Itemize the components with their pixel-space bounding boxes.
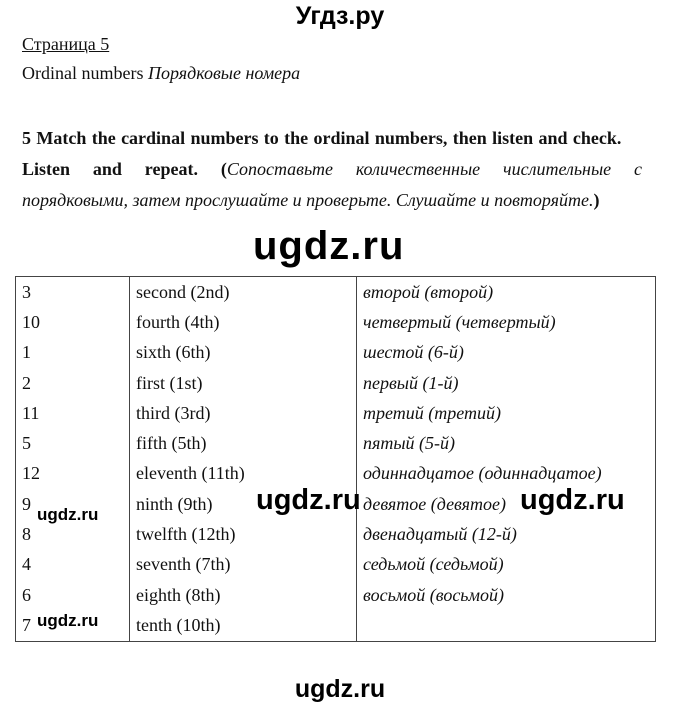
- table-row: 1 sixth (6th) шестой (6-й): [16, 337, 656, 368]
- table-row: 5 fifth (5th) пятый (5-й): [16, 428, 656, 459]
- ordinal-cell: eighth (8th): [129, 579, 357, 611]
- cardinal-cell: 5: [22, 433, 31, 454]
- ordinal-cell: seventh (7th): [129, 549, 357, 580]
- task-text: 5 Match the cardinal numbers to the ordi…: [22, 128, 622, 148]
- russian-cell: седьмой (седьмой): [356, 549, 656, 580]
- watermark-small-2: ugdz.ru: [37, 611, 99, 630]
- table-row: 4 seventh (7th) седьмой (седьмой): [16, 549, 656, 580]
- table-row: 2 first (1st) первый (1-й): [16, 367, 656, 399]
- watermark-main: ugdz.ru: [253, 224, 405, 268]
- table-row: 6 eighth (8th) восьмой (восьмой): [16, 579, 656, 611]
- russian-cell: первый (1-й): [356, 367, 656, 399]
- cardinal-cell: 11: [22, 402, 40, 423]
- russian-cell: пятый (5-й): [356, 428, 656, 459]
- table-row: 11 third (3rd) третий (третий): [16, 398, 656, 429]
- ordinal-cell: fourth (4th): [129, 307, 357, 338]
- watermark-mid-left: ugdz.ru: [256, 484, 361, 516]
- russian-cell: [356, 610, 656, 642]
- cardinal-cell: 12: [22, 463, 40, 484]
- ordinal-numbers-table: 3 second (2nd) второй (второй) 10 fourth (4t…: [15, 276, 656, 642]
- cardinal-cell: 3: [22, 281, 31, 302]
- russian-cell: восьмой (восьмой): [356, 579, 656, 611]
- ordinal-cell: first (1st): [129, 367, 357, 399]
- site-title: Угдз.ру: [295, 2, 385, 30]
- watermark-footer: ugdz.ru: [294, 675, 386, 703]
- task-instructions: 5 Match the cardinal numbers to the ordi…: [22, 123, 642, 216]
- table-body: 3 second (2nd) второй (второй) 10 fourth (4t…: [16, 276, 656, 642]
- table-row: 7 tenth (10th): [16, 610, 656, 642]
- ordinal-cell: third (3rd): [129, 398, 357, 429]
- table-row: 8 twelfth (12th) двенадцатый (12-й): [16, 519, 656, 550]
- topic-russian: Порядковые номера: [147, 63, 301, 83]
- page-label: Страница 5: [22, 34, 110, 54]
- watermark-small-1: ugdz.ru: [37, 505, 99, 524]
- cardinal-cell: 2: [22, 372, 31, 393]
- ordinal-cell: fifth (5th): [129, 428, 357, 459]
- russian-cell: третий (третий): [356, 398, 656, 429]
- ordinal-cell: second (2nd): [129, 276, 357, 308]
- russian-cell: двенадцатый (12-й): [356, 519, 656, 550]
- ordinal-cell: tenth (10th): [129, 610, 357, 642]
- cardinal-cell: 4: [22, 554, 31, 575]
- cardinal-cell: 10: [22, 311, 40, 332]
- russian-cell: четвертый (четвертый): [356, 307, 656, 338]
- ordinal-cell: sixth (6th): [129, 337, 357, 368]
- ordinal-cell: twelfth (12th): [129, 519, 357, 550]
- cardinal-cell: 1: [22, 342, 31, 363]
- task-close-paren: ): [593, 190, 600, 210]
- table-row: 10 fourth (4th) четвертый (четвертый): [16, 307, 656, 338]
- topic-english: Ordinal numbers: [22, 63, 144, 83]
- task-text-2: Listen and repeat. (: [22, 159, 227, 179]
- russian-cell: второй (второй): [356, 276, 656, 308]
- watermark-mid-right: ugdz.ru: [520, 484, 625, 516]
- table-row: 3 second (2nd) второй (второй): [16, 276, 656, 308]
- topic-heading: Ordinal numbers Порядковые номера: [22, 63, 300, 84]
- russian-cell: шестой (6-й): [356, 337, 656, 368]
- cardinal-cell: 6: [22, 584, 31, 605]
